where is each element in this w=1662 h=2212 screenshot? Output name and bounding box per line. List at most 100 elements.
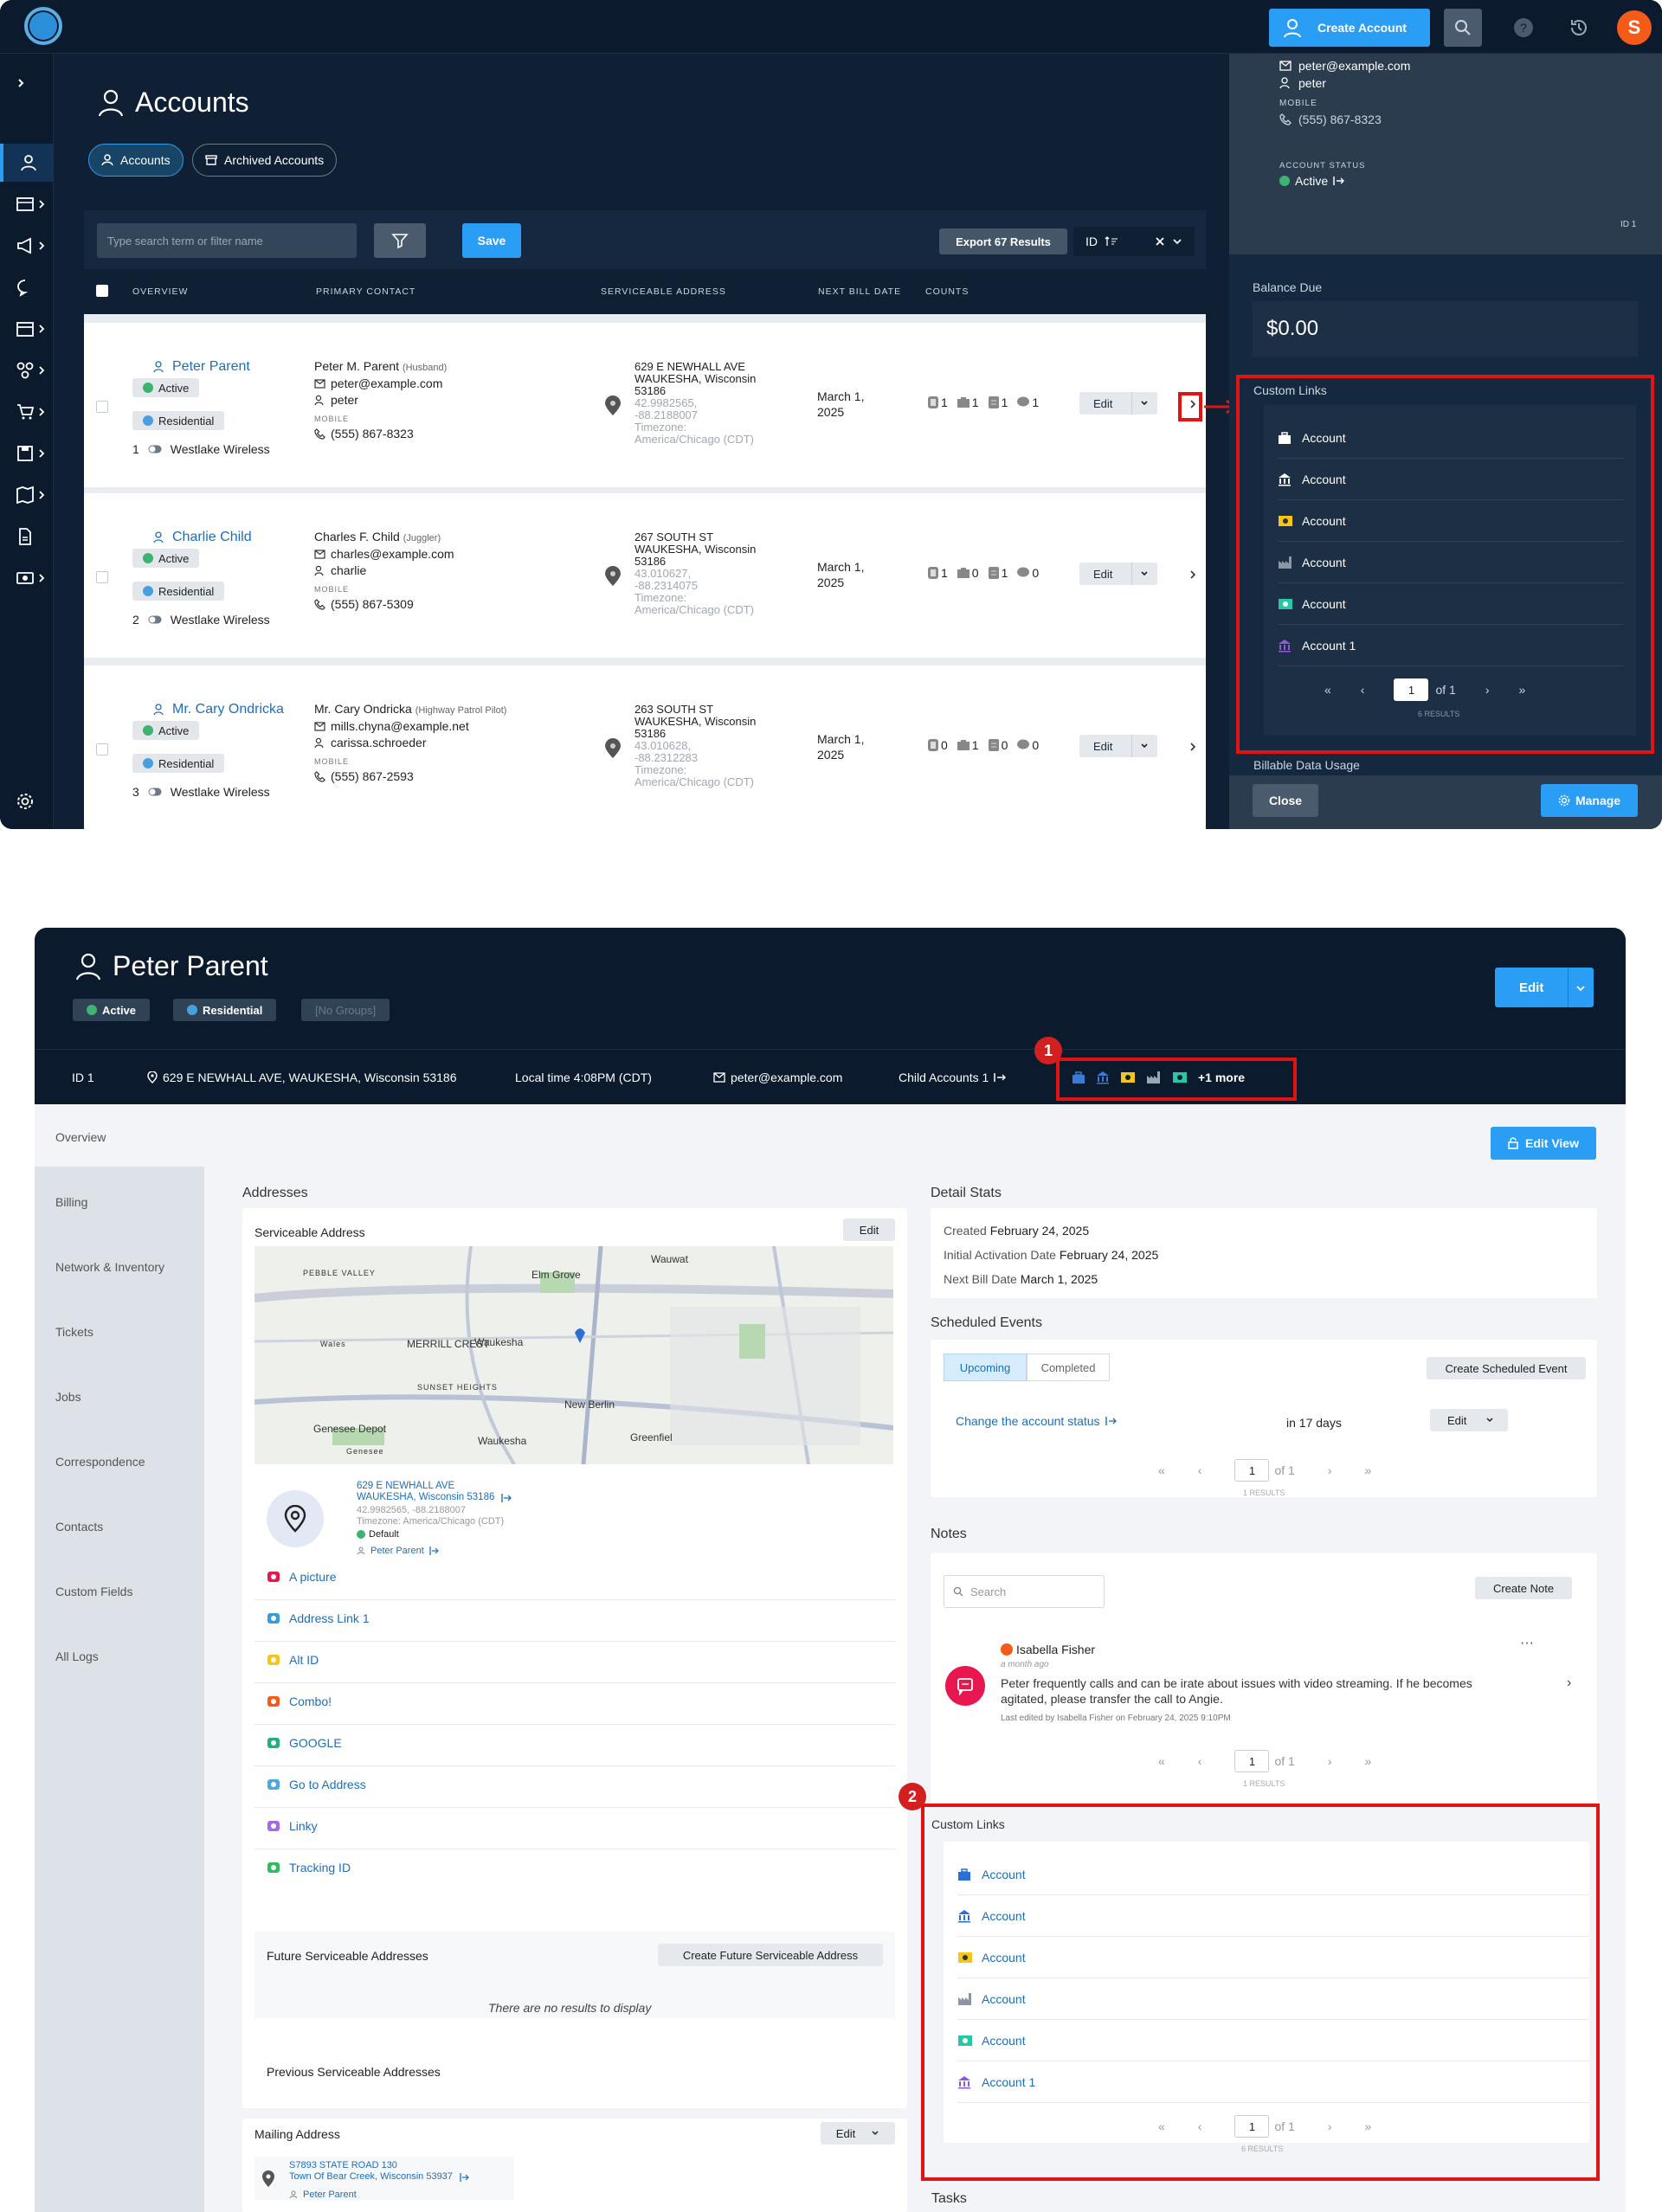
row-expand-chevron-icon[interactable]	[1189, 569, 1197, 580]
chevron-down-icon[interactable]	[1172, 236, 1182, 247]
mailing-address-link[interactable]: S7893 STATE ROAD 130 Town Of Bear Creek,…	[289, 2160, 470, 2183]
create-note-button[interactable]: Create Note	[1475, 1577, 1572, 1599]
close-button[interactable]: Close	[1253, 784, 1318, 817]
edit-mailing-button[interactable]: Edit	[821, 2122, 895, 2144]
create-future-address-button[interactable]: Create Future Serviceable Address	[658, 1944, 883, 1966]
row-checkbox[interactable]	[96, 401, 108, 413]
last-page-icon[interactable]: »	[1365, 1463, 1372, 1477]
edit-account-button[interactable]: Edit	[1495, 968, 1594, 1007]
contact-phone[interactable]: (555) 867-2593	[314, 769, 414, 783]
chevron-down-icon[interactable]	[1138, 739, 1150, 751]
tab-accounts[interactable]: Accounts	[88, 144, 184, 177]
chevron-down-icon[interactable]	[1138, 396, 1150, 408]
address-link[interactable]: Tracking ID	[267, 1861, 351, 1874]
chevron-down-icon[interactable]	[1575, 983, 1586, 993]
address-link[interactable]: A picture	[267, 1570, 336, 1584]
column-primary-contact[interactable]: PRIMARY CONTACT	[316, 286, 416, 297]
contact-email[interactable]: peter@example.com	[314, 376, 442, 390]
manage-button[interactable]: Manage	[1541, 784, 1638, 817]
contact-phone[interactable]: (555) 867-8323	[314, 427, 414, 440]
history-icon[interactable]	[1560, 9, 1598, 47]
nav-megaphone-icon[interactable]	[0, 227, 54, 265]
next-page-icon[interactable]: ›	[1328, 1754, 1332, 1768]
serviceable-address[interactable]: 629 E NEWHALL AVE WAUKESHA, Wisconsin 5318…	[635, 361, 756, 397]
account-email[interactable]: peter@example.com	[713, 1071, 842, 1084]
search-input[interactable]: Type search term or filter name	[97, 223, 357, 258]
row-checkbox[interactable]	[96, 743, 108, 756]
table-row[interactable]: Charlie Child Active Residential 2 Westla…	[84, 493, 1206, 658]
edit-address-button[interactable]: Edit	[843, 1219, 895, 1241]
expand-nav-chevron-icon[interactable]	[0, 64, 54, 102]
filter-button[interactable]	[374, 223, 426, 258]
page-input[interactable]: 1	[1234, 1750, 1270, 1772]
row-expand-chevron-icon[interactable]	[1189, 742, 1197, 752]
nav-cart-icon[interactable]	[0, 393, 54, 431]
create-account-button[interactable]: Create Account	[1269, 9, 1430, 47]
chevron-down-icon[interactable]	[1138, 567, 1150, 579]
event-edit-button[interactable]: Edit	[1430, 1409, 1508, 1431]
nav-network-icon[interactable]	[0, 351, 54, 389]
account-name-link[interactable]: Peter Parent	[153, 359, 250, 375]
sort-select[interactable]: ID	[1073, 227, 1195, 256]
mailing-owner-link[interactable]: Peter Parent	[289, 2189, 357, 2200]
first-page-icon[interactable]: «	[1158, 1754, 1165, 1768]
address-link[interactable]: GOOGLE	[267, 1736, 342, 1750]
save-button[interactable]: Save	[462, 223, 521, 258]
nav-accounts-user-icon[interactable]	[0, 144, 54, 182]
nav-tab-correspondence[interactable]: Correspondence	[55, 1455, 145, 1469]
row-edit-button[interactable]: Edit	[1079, 392, 1157, 415]
address-link[interactable]: Address Link 1	[267, 1611, 370, 1625]
account-name-link[interactable]: Mr. Cary Ondricka	[153, 702, 284, 717]
nav-tab-jobs[interactable]: Jobs	[55, 1390, 81, 1404]
account-name-link[interactable]: Charlie Child	[153, 530, 252, 545]
first-page-icon[interactable]: «	[1158, 1463, 1165, 1477]
address-link[interactable]: Go to Address	[267, 1778, 366, 1791]
address-owner-link[interactable]: Peter Parent	[357, 1546, 440, 1556]
user-avatar[interactable]: S	[1617, 10, 1652, 45]
row-edit-button[interactable]: Edit	[1079, 735, 1157, 757]
nav-map-icon[interactable]	[0, 476, 54, 514]
nav-settings-gear-icon[interactable]	[0, 782, 54, 820]
event-link[interactable]: Change the account status	[956, 1414, 1118, 1428]
next-page-icon[interactable]: ›	[1328, 1463, 1332, 1477]
nav-tab-billing[interactable]: Billing	[55, 1195, 87, 1209]
chevron-down-icon[interactable]	[871, 2129, 879, 2138]
prev-page-icon[interactable]: ‹	[1198, 1463, 1202, 1477]
column-serviceable-address[interactable]: SERVICEABLE ADDRESS	[601, 286, 726, 297]
nav-chat-icon[interactable]	[0, 268, 54, 306]
export-button[interactable]: Export 67 Results	[939, 228, 1067, 254]
note-more-icon[interactable]: ···	[1520, 1636, 1534, 1651]
app-logo[interactable]	[24, 7, 62, 45]
column-overview[interactable]: OVERVIEW	[132, 286, 188, 297]
address-link[interactable]: Alt ID	[267, 1653, 319, 1667]
edit-view-button[interactable]: Edit View	[1491, 1127, 1596, 1160]
table-row[interactable]: Mr. Cary Ondricka Active Residential 3 We…	[84, 666, 1206, 829]
address-link[interactable]: Combo!	[267, 1694, 332, 1708]
page-input[interactable]: 1	[1234, 1459, 1270, 1482]
nav-tab-network-inventory[interactable]: Network & Inventory	[55, 1260, 164, 1274]
note-expand-chevron-icon[interactable]: ›	[1567, 1675, 1571, 1691]
side-status[interactable]: Active	[1279, 174, 1345, 188]
nav-tab-all-logs[interactable]: All Logs	[55, 1649, 99, 1663]
search-icon[interactable]	[1444, 9, 1482, 47]
address-block[interactable]: 629 E NEWHALL AVE WAUKESHA, Wisconsin 53…	[357, 1481, 513, 1503]
contact-phone[interactable]: (555) 867-5309	[314, 597, 414, 611]
column-next-bill-date[interactable]: NEXT BILL DATE	[818, 286, 901, 297]
tab-archived-accounts[interactable]: Archived Accounts	[192, 144, 338, 177]
nav-tab-tickets[interactable]: Tickets	[55, 1325, 93, 1339]
prev-page-icon[interactable]: ‹	[1198, 1754, 1202, 1768]
address-link[interactable]: Linky	[267, 1819, 318, 1833]
nav-building-icon[interactable]	[0, 185, 54, 223]
nav-tab-custom-fields[interactable]: Custom Fields	[55, 1585, 132, 1598]
column-counts[interactable]: COUNTS	[925, 286, 969, 297]
table-row[interactable]: Peter Parent Active Residential 1 Westlak…	[84, 323, 1206, 487]
row-checkbox[interactable]	[96, 571, 108, 583]
nav-calendar-icon[interactable]	[0, 310, 54, 348]
tab-completed[interactable]: Completed	[1027, 1354, 1110, 1381]
tab-upcoming[interactable]: Upcoming	[944, 1354, 1027, 1381]
clear-icon[interactable]	[1155, 236, 1165, 247]
nav-tab-contacts[interactable]: Contacts	[55, 1520, 103, 1534]
nav-document-icon[interactable]	[0, 518, 54, 556]
last-page-icon[interactable]: »	[1365, 1754, 1372, 1768]
contact-email[interactable]: mills.chyna@example.net	[314, 719, 469, 733]
